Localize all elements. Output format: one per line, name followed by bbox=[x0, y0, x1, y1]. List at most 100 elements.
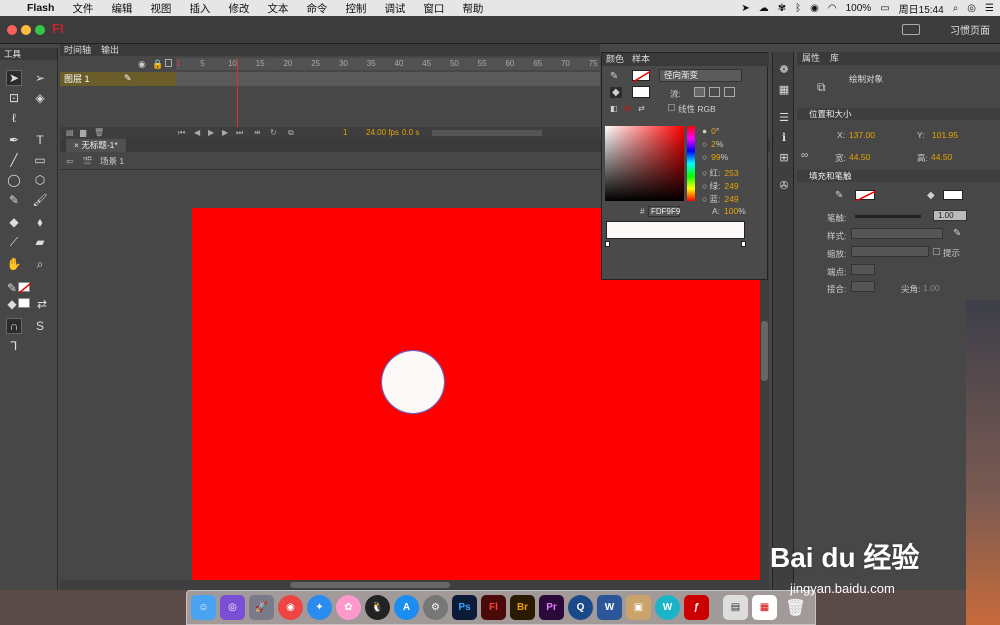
scale-dropdown[interactable] bbox=[851, 246, 929, 257]
butterfly-icon[interactable]: ✾ bbox=[778, 3, 786, 14]
flash-player-icon[interactable]: ƒ bbox=[684, 595, 709, 620]
menu-view[interactable]: 视图 bbox=[141, 1, 180, 16]
play-icon[interactable]: ▶ bbox=[208, 127, 214, 139]
edit-style-icon[interactable]: ✎ bbox=[953, 228, 961, 239]
motion-editor-icon[interactable]: ❁ bbox=[778, 64, 790, 76]
h-value[interactable]: 44.50 bbox=[931, 152, 952, 162]
send-icon[interactable]: ➤ bbox=[741, 3, 749, 14]
s-radio[interactable]: ○ bbox=[702, 139, 707, 149]
fill-type-dropdown[interactable]: 径向渐变 bbox=[659, 69, 742, 82]
fill-stroke-section[interactable]: 填充和笔触 bbox=[797, 170, 1000, 182]
next-frame-icon[interactable]: ▶ bbox=[222, 127, 228, 139]
tab-output[interactable]: 输出 bbox=[101, 44, 119, 56]
vertical-scroll-thumb[interactable] bbox=[761, 321, 768, 381]
playhead[interactable] bbox=[237, 58, 238, 128]
calendar-icon[interactable]: ▦ bbox=[752, 595, 777, 620]
new-folder-icon[interactable]: ▆ bbox=[80, 127, 86, 139]
w-value[interactable]: 44.50 bbox=[849, 152, 870, 162]
workspace-switcher[interactable]: 习惯页面 bbox=[950, 22, 990, 37]
link-icon[interactable]: ∞ bbox=[801, 150, 808, 161]
rectangle-tool-icon[interactable]: ▭ bbox=[32, 152, 48, 168]
pencil-tool-icon[interactable]: ✎ bbox=[6, 192, 22, 208]
eraser-tool-icon[interactable]: ▰ bbox=[32, 234, 48, 250]
gradient-stop-left[interactable] bbox=[605, 241, 610, 247]
align-icon[interactable]: ☰ bbox=[778, 112, 790, 124]
no-color-icon[interactable]: ⊘ bbox=[624, 104, 631, 113]
gradient-preview[interactable] bbox=[606, 221, 745, 239]
premiere-icon[interactable]: Pr bbox=[539, 595, 564, 620]
pen-tool-icon[interactable]: ✒ bbox=[6, 132, 22, 148]
grid-icon[interactable]: ▦ bbox=[778, 84, 790, 96]
straighten-icon[interactable]: ⅂ bbox=[6, 338, 22, 354]
hand-tool-icon[interactable]: ✋ bbox=[6, 256, 22, 272]
stroke-color-swatch-2[interactable] bbox=[855, 190, 877, 202]
style-dropdown[interactable] bbox=[851, 228, 943, 239]
app-menu[interactable]: Flash bbox=[18, 2, 63, 14]
archive-icon[interactable]: ▣ bbox=[626, 595, 651, 620]
clock-text[interactable]: 周日15:44 bbox=[899, 1, 944, 16]
components-icon[interactable]: ✇ bbox=[778, 180, 790, 192]
tab-properties[interactable]: 属性 bbox=[802, 52, 820, 65]
eye-icon[interactable]: ◉ bbox=[810, 3, 819, 14]
wifi-icon[interactable]: ◠ bbox=[828, 3, 837, 14]
fill-color-swatch-2[interactable] bbox=[943, 190, 963, 200]
eyedropper-tool-icon[interactable]: ⟋ bbox=[6, 234, 22, 250]
timeline-scrollbar[interactable] bbox=[432, 130, 542, 136]
stroke-color-swatch[interactable] bbox=[18, 282, 32, 294]
flow-extend-button[interactable] bbox=[694, 87, 705, 97]
menu-commands[interactable]: 命令 bbox=[297, 1, 336, 16]
tab-library[interactable]: 库 bbox=[830, 52, 839, 65]
trash-icon[interactable]: 🗑 bbox=[783, 595, 808, 620]
list-icon[interactable]: ☰ bbox=[985, 3, 994, 14]
horizontal-scroll-thumb[interactable] bbox=[290, 582, 450, 588]
stroke-slider[interactable] bbox=[855, 215, 921, 218]
zoom-tool-icon[interactable]: ⌕ bbox=[32, 256, 48, 272]
y-value[interactable]: 101.95 bbox=[932, 130, 958, 140]
r-value[interactable]: 253 bbox=[724, 168, 738, 178]
loop-icon[interactable]: ↻ bbox=[270, 127, 277, 139]
polystar-tool-icon[interactable]: ⬡ bbox=[32, 172, 48, 188]
transform-icon[interactable]: ⊞ bbox=[778, 152, 790, 164]
outline-icon[interactable] bbox=[165, 59, 172, 67]
tab-color[interactable]: 颜色 bbox=[606, 53, 624, 66]
search-icon[interactable]: ⌕ bbox=[953, 3, 959, 14]
cap-dropdown[interactable] bbox=[851, 264, 875, 275]
delete-layer-icon[interactable]: 🗑 bbox=[94, 127, 104, 139]
quicktime-icon[interactable]: Q bbox=[568, 595, 593, 620]
linear-rgb-checkbox[interactable] bbox=[668, 104, 675, 111]
smooth-icon[interactable]: S bbox=[32, 318, 48, 334]
stroke-input[interactable]: 1.00 bbox=[933, 210, 967, 221]
r-radio[interactable]: ○ bbox=[702, 168, 707, 178]
app-store-icon[interactable]: A bbox=[394, 595, 419, 620]
close-window-button[interactable] bbox=[7, 25, 17, 35]
menu-help[interactable]: 帮助 bbox=[453, 1, 492, 16]
g-value[interactable]: 249 bbox=[724, 181, 738, 191]
fps-value[interactable]: 24.00 fps bbox=[366, 127, 399, 139]
menu-text[interactable]: 文本 bbox=[258, 1, 297, 16]
safari-icon[interactable]: ✦ bbox=[307, 595, 332, 620]
finder-icon[interactable]: ☺ bbox=[191, 595, 216, 620]
bl-radio[interactable]: ○ bbox=[702, 194, 707, 204]
document-tab[interactable]: × 无标题-1* bbox=[66, 139, 126, 152]
ink-bottle-tool-icon[interactable]: ⬧ bbox=[32, 214, 48, 230]
saturation-brightness-picker[interactable] bbox=[605, 126, 684, 201]
menu-modify[interactable]: 修改 bbox=[219, 1, 258, 16]
cloud-icon[interactable]: ☁ bbox=[759, 3, 769, 14]
snap-magnet-icon[interactable]: ∩ bbox=[6, 318, 22, 334]
photoshop-icon[interactable]: Ps bbox=[452, 595, 477, 620]
white-circle-shape[interactable] bbox=[381, 350, 445, 414]
scene-label[interactable]: 场景 1 bbox=[100, 156, 124, 166]
last-frame-icon[interactable]: ⏭ bbox=[236, 127, 243, 139]
flow-reflect-button[interactable] bbox=[709, 87, 720, 97]
new-layer-icon[interactable]: ▤ bbox=[66, 127, 74, 139]
gradient-stop-right[interactable] bbox=[741, 241, 746, 247]
miter-value[interactable]: 1.00 bbox=[923, 283, 940, 293]
prev-frame-icon[interactable]: ◀ bbox=[194, 127, 200, 139]
menu-window[interactable]: 窗口 bbox=[414, 1, 453, 16]
a-value[interactable]: 100 bbox=[724, 206, 738, 216]
stroke-swatch[interactable] bbox=[632, 70, 652, 83]
frame-ruler[interactable]: 1 5 10 15 20 25 30 35 40 45 50 55 60 65 70 75 bbox=[176, 58, 600, 70]
x-value[interactable]: 137.00 bbox=[849, 130, 875, 140]
b-radio[interactable]: ○ bbox=[702, 152, 707, 162]
bluetooth-icon[interactable]: ᛒ bbox=[795, 3, 801, 14]
